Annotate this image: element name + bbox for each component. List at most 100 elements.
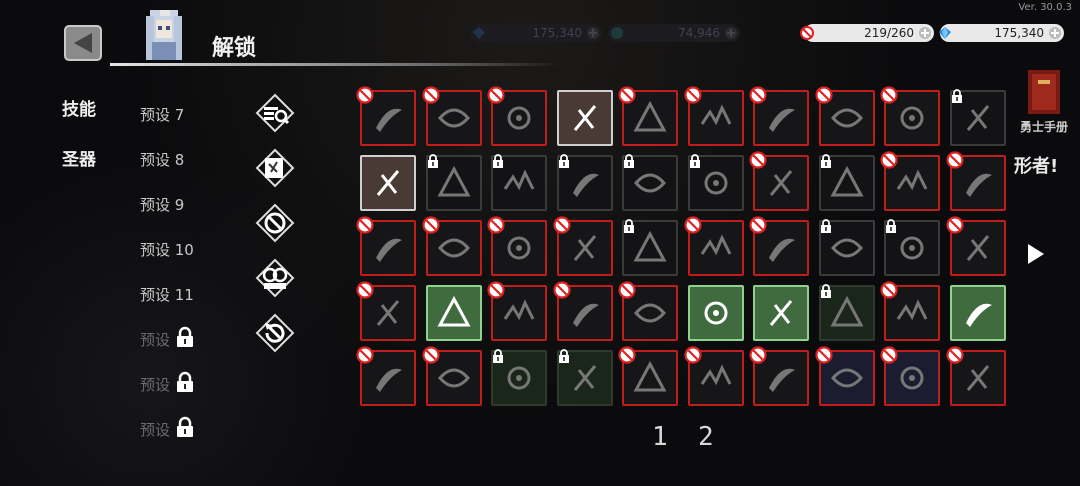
- preset-8[interactable]: 预设 8: [140, 149, 184, 170]
- lock-icon: [689, 154, 700, 168]
- ban-icon: [945, 151, 964, 169]
- skill-slot[interactable]: [491, 154, 547, 211]
- preset-10[interactable]: 预设 10: [140, 239, 194, 260]
- skill-slot[interactable]: [814, 86, 875, 146]
- skill-icon: [376, 108, 402, 132]
- skill-slot[interactable]: [425, 154, 482, 211]
- skill-icon: [503, 169, 535, 191]
- skill-icon: [965, 303, 992, 327]
- reset-ban-icon[interactable]: [255, 313, 295, 353]
- skill-slot[interactable]: [556, 90, 613, 146]
- skill-slot[interactable]: [618, 346, 678, 406]
- add-icon[interactable]: [586, 26, 600, 40]
- skill-icon: [633, 100, 667, 132]
- skill-slot[interactable]: [683, 346, 744, 406]
- skill-slot[interactable]: [683, 86, 744, 146]
- skill-slot[interactable]: [880, 151, 940, 211]
- auto-icon[interactable]: [255, 258, 295, 298]
- skill-slot[interactable]: [818, 219, 875, 276]
- skill-slot[interactable]: [356, 216, 416, 276]
- preset-locked-2[interactable]: 预设: [140, 374, 170, 395]
- skill-slot[interactable]: [687, 154, 744, 211]
- skill-slot[interactable]: [556, 349, 613, 406]
- skill-slot[interactable]: [880, 346, 940, 406]
- skill-icon: [507, 236, 531, 260]
- preset-9[interactable]: 预设 9: [140, 194, 184, 215]
- skill-slot[interactable]: [618, 281, 678, 341]
- skill-slot[interactable]: [552, 281, 613, 341]
- skill-slot[interactable]: [487, 216, 547, 276]
- add-icon[interactable]: [724, 26, 738, 40]
- skill-icon: [769, 108, 795, 132]
- skill-slot[interactable]: [683, 216, 744, 276]
- preset-locked-1[interactable]: 预设: [140, 329, 170, 350]
- skill-slot[interactable]: [945, 151, 1006, 211]
- resource-gem-dim: 175,340: [470, 24, 602, 42]
- ban-icon: [552, 216, 571, 234]
- skill-slot[interactable]: [356, 346, 416, 406]
- skill-slot[interactable]: [880, 86, 940, 146]
- skill-slot[interactable]: [753, 285, 809, 341]
- skill-slot[interactable]: [880, 281, 940, 341]
- preset-11[interactable]: 预设 11: [140, 284, 194, 305]
- search-list-icon[interactable]: [255, 93, 295, 133]
- skill-slot[interactable]: [556, 154, 613, 211]
- skill-slot[interactable]: [814, 346, 875, 406]
- ban-icon: [356, 216, 374, 234]
- skill-slot[interactable]: [949, 285, 1006, 341]
- skill-slot[interactable]: [749, 86, 809, 146]
- skill-slot[interactable]: [945, 346, 1006, 406]
- ban-icon: [880, 86, 898, 104]
- skill-slot[interactable]: [749, 346, 809, 406]
- skill-slot[interactable]: [949, 89, 1006, 146]
- skill-slot[interactable]: [622, 154, 678, 211]
- skill-slot[interactable]: [618, 86, 678, 146]
- tab-relics[interactable]: 圣器: [62, 145, 96, 170]
- ban-icon: [800, 26, 814, 40]
- skill-slot[interactable]: [421, 216, 482, 276]
- back-button[interactable]: [64, 25, 102, 61]
- ban-icon: [356, 346, 374, 364]
- tab-skills[interactable]: 技能: [62, 95, 96, 120]
- title-underline: [110, 63, 560, 66]
- skill-slot[interactable]: [491, 349, 547, 406]
- add-icon[interactable]: [1048, 26, 1062, 40]
- skill-slot[interactable]: [487, 281, 547, 341]
- version-label: Ver. 30.0.3: [1018, 2, 1072, 13]
- skill-slot[interactable]: [945, 216, 1006, 276]
- warrior-handbook-icon[interactable]: [1024, 68, 1064, 116]
- page-2-button[interactable]: 2: [698, 422, 714, 452]
- skill-slot[interactable]: [818, 154, 875, 211]
- skill-slot[interactable]: [421, 346, 482, 406]
- lock-icon: [820, 154, 831, 168]
- skill-slot[interactable]: [425, 285, 482, 341]
- skill-icon: [700, 104, 731, 126]
- skill-slot[interactable]: [360, 155, 416, 211]
- skill-slot[interactable]: [421, 86, 482, 146]
- preset-7[interactable]: 预设 7: [140, 104, 184, 125]
- skill-slot[interactable]: [487, 86, 547, 146]
- skill-slot[interactable]: [552, 216, 613, 276]
- ban-icon: [814, 346, 833, 364]
- skill-slot[interactable]: [818, 284, 875, 341]
- page-1-button[interactable]: 1: [652, 422, 668, 452]
- skill-icon: [769, 300, 793, 326]
- skill-slot[interactable]: [884, 219, 940, 276]
- skill-slot[interactable]: [622, 219, 678, 276]
- lock-icon: [177, 326, 193, 347]
- skill-slot[interactable]: [356, 86, 416, 146]
- lock-icon: [886, 219, 896, 233]
- skill-icon: [900, 366, 924, 390]
- lock-icon: [427, 154, 438, 168]
- skill-icon: [896, 169, 928, 191]
- skill-slot[interactable]: [687, 285, 744, 341]
- add-icon[interactable]: [918, 26, 932, 40]
- ban-filter-icon[interactable]: [255, 203, 295, 243]
- skill-scroll-icon[interactable]: [255, 148, 295, 188]
- preset-locked-3[interactable]: 预设: [140, 419, 170, 440]
- skill-slot[interactable]: [749, 216, 809, 276]
- back-arrow-icon: [74, 33, 92, 53]
- skill-slot[interactable]: [356, 281, 416, 341]
- next-page-arrow-icon[interactable]: [1028, 244, 1044, 264]
- skill-slot[interactable]: [749, 151, 809, 211]
